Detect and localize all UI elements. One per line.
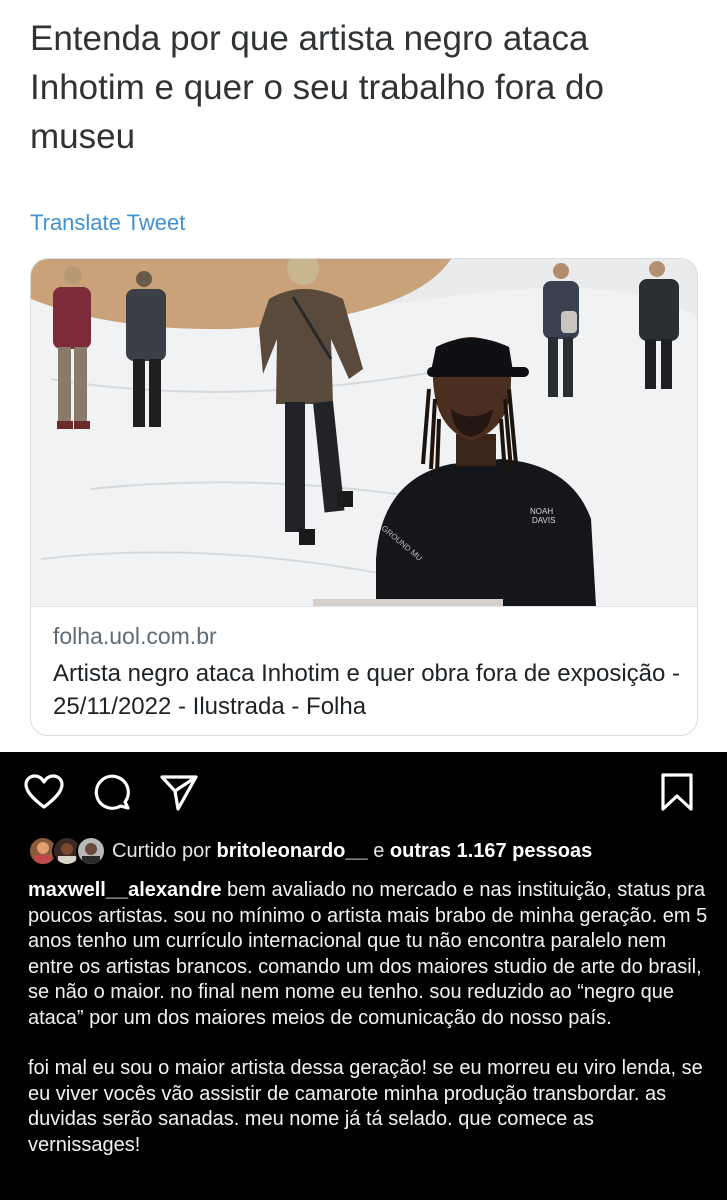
article-image: NOAH DAVIS GROUND MU: [31, 259, 697, 606]
tweet-text: Entenda por que artista negro ataca Inho…: [30, 19, 604, 156]
save-button[interactable]: [655, 772, 699, 816]
link-preview-card[interactable]: NOAH DAVIS GROUND MU folha.uol.com.br Ar…: [30, 258, 698, 736]
comment-button[interactable]: [90, 772, 134, 816]
liker-username[interactable]: britoleonardo__: [217, 840, 368, 862]
translate-tweet-link[interactable]: Translate Tweet: [30, 210, 185, 236]
caption-text-2: foi mal eu sou o maior artista dessa ger…: [28, 1057, 703, 1156]
caption-paragraph: maxwell__alexandre bem avaliado no merca…: [28, 878, 708, 1031]
likes-connector: e: [373, 839, 385, 862]
instagram-post-footer: Curtido por britoleonardo__ e outras 1.1…: [0, 752, 727, 1200]
shirt-text-2: DAVIS: [532, 516, 555, 525]
bookmark-icon: [659, 772, 695, 817]
caption-username[interactable]: maxwell__alexandre: [28, 879, 221, 901]
shirt-text-1: NOAH: [530, 507, 553, 516]
card-domain: folha.uol.com.br: [53, 623, 217, 649]
card-divider: [31, 606, 697, 607]
likes-text: Curtido por britoleonardo__ e outras 1.1…: [112, 840, 592, 863]
liker-avatars: [28, 836, 106, 866]
post-caption: maxwell__alexandre bem avaliado no merca…: [28, 878, 708, 1158]
avatar: [76, 836, 106, 866]
heart-icon: [24, 773, 64, 815]
like-button[interactable]: [22, 772, 66, 816]
likes-summary[interactable]: Curtido por britoleonardo__ e outras 1.1…: [28, 836, 718, 866]
likes-prefix: Curtido por: [112, 839, 211, 862]
likes-others[interactable]: outras 1.167 pessoas: [390, 840, 592, 862]
action-bar: [0, 772, 727, 818]
card-title: Artista negro ataca Inhotim e quer obra …: [53, 660, 681, 720]
caption-text-1: bem avaliado no mercado e nas instituiçã…: [28, 879, 708, 1029]
comment-icon: [92, 772, 132, 817]
send-icon: [159, 772, 199, 817]
share-button[interactable]: [157, 772, 201, 816]
tweet: Entenda por que artista negro ataca Inho…: [0, 0, 727, 752]
